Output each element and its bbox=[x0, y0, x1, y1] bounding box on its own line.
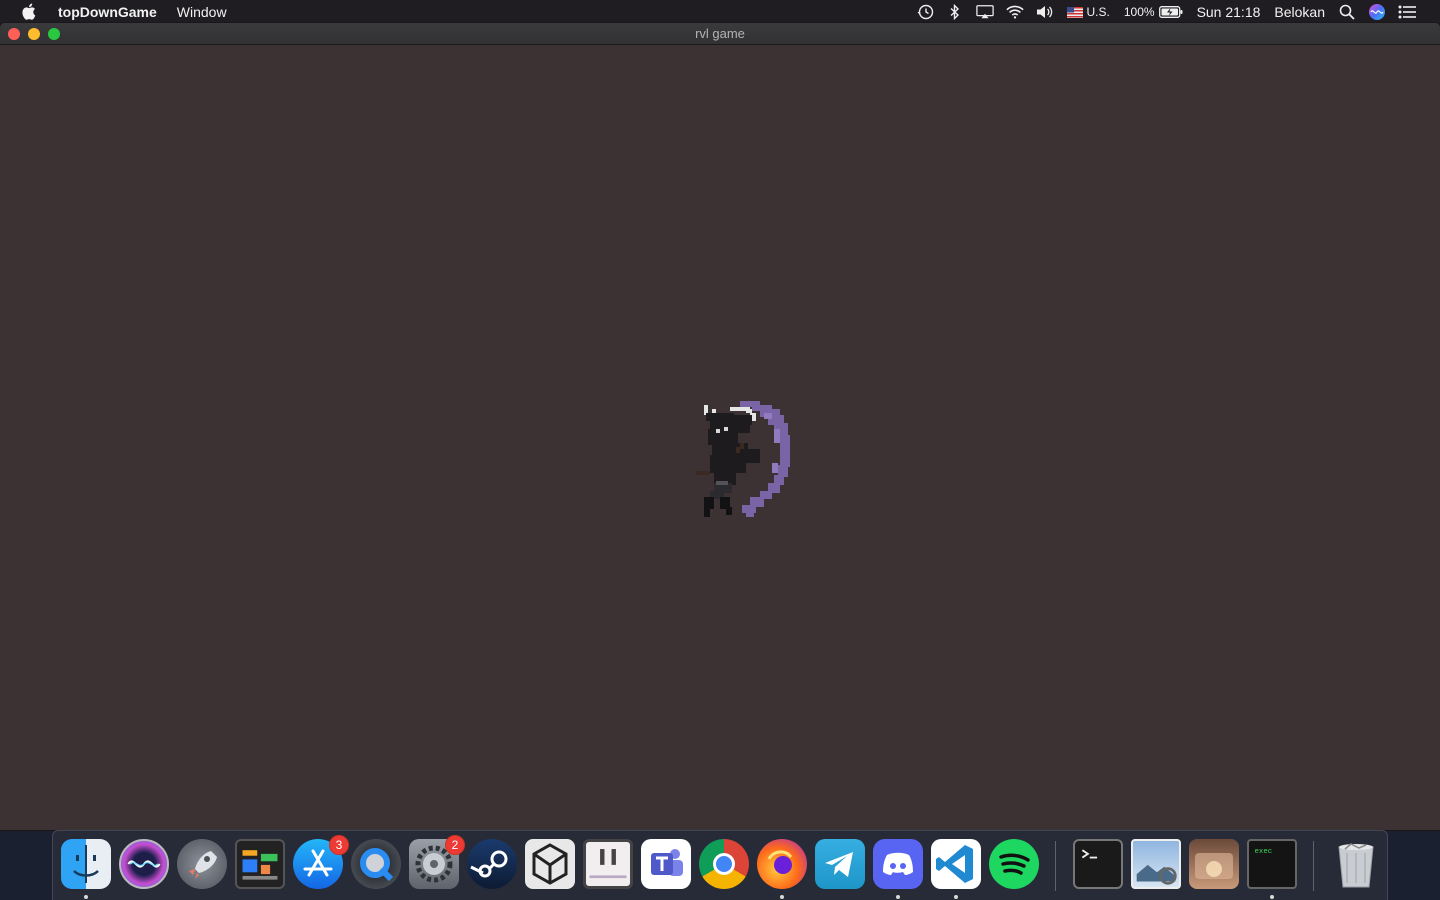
input-source[interactable]: U.S. bbox=[1066, 4, 1110, 19]
character-legs-light bbox=[716, 481, 728, 485]
player-character-sprite bbox=[696, 401, 790, 517]
minimize-button[interactable] bbox=[28, 27, 40, 40]
teams-icon bbox=[651, 849, 683, 876]
dock-steam[interactable] bbox=[467, 839, 517, 889]
dock-spotify[interactable] bbox=[989, 839, 1039, 889]
quicktime-icon bbox=[360, 848, 394, 882]
firefox-icon bbox=[767, 850, 793, 874]
chrome-icon bbox=[713, 853, 735, 875]
dock-discord[interactable] bbox=[873, 839, 923, 889]
cloak-body bbox=[706, 413, 760, 485]
game-canvas[interactable] bbox=[0, 45, 1440, 830]
dock-chrome[interactable] bbox=[699, 839, 749, 889]
zoom-button[interactable] bbox=[48, 27, 60, 40]
dock-system-preferences[interactable]: 2 bbox=[409, 835, 465, 889]
dock-siri[interactable] bbox=[119, 839, 169, 889]
input-source-label: U.S. bbox=[1086, 4, 1110, 19]
dock-unity-hub[interactable] bbox=[525, 839, 575, 889]
dock-trash[interactable] bbox=[1331, 839, 1381, 889]
notification-center-icon[interactable] bbox=[1398, 4, 1416, 20]
dock: 3 2 exec bbox=[52, 830, 1388, 900]
finder-running-indicator bbox=[84, 895, 88, 899]
apple-menu-icon[interactable] bbox=[18, 2, 38, 22]
preview-icon bbox=[1136, 864, 1177, 885]
discord-running-indicator bbox=[896, 895, 900, 899]
character-legs bbox=[710, 483, 732, 499]
dock-telegram[interactable] bbox=[815, 839, 865, 889]
time-machine-icon[interactable] bbox=[916, 4, 934, 20]
dock-vscode[interactable] bbox=[931, 839, 981, 889]
menu-bar: topDownGame Window U.S. 100% Sun 21:18 B… bbox=[0, 0, 1440, 23]
unity-cube-icon bbox=[532, 843, 568, 885]
dock-app-store[interactable]: 3 bbox=[293, 835, 349, 889]
exec-running-indicator bbox=[1270, 895, 1274, 899]
discord-icon bbox=[883, 852, 913, 875]
dock-itch[interactable] bbox=[583, 839, 633, 889]
bluetooth-icon[interactable] bbox=[946, 3, 964, 20]
app-menu[interactable]: topDownGame bbox=[54, 0, 167, 23]
volume-icon[interactable] bbox=[1036, 4, 1054, 20]
dock-folder[interactable] bbox=[1189, 839, 1239, 889]
game-window: rvl game bbox=[0, 23, 1440, 830]
window-title: rvl game bbox=[695, 26, 745, 41]
us-flag-icon bbox=[1066, 6, 1083, 18]
app-store-badge: 3 bbox=[329, 835, 349, 855]
dock-firefox[interactable] bbox=[757, 839, 807, 889]
exec-label: exec bbox=[1255, 848, 1273, 856]
dock-monitor[interactable] bbox=[235, 839, 285, 889]
airplay-icon[interactable] bbox=[975, 4, 994, 20]
trash-icon bbox=[1338, 843, 1374, 888]
close-button[interactable] bbox=[8, 27, 20, 40]
wifi-icon[interactable] bbox=[1005, 4, 1024, 20]
dock-quicktime[interactable] bbox=[351, 839, 401, 889]
window-titlebar[interactable]: rvl game bbox=[0, 23, 1440, 45]
exec-icon: exec bbox=[1255, 848, 1273, 856]
dock-preview[interactable] bbox=[1131, 839, 1181, 889]
finder-icon bbox=[73, 845, 99, 883]
steam-icon bbox=[470, 850, 508, 878]
siri-app-icon bbox=[127, 860, 161, 868]
spotlight-search-icon[interactable] bbox=[1338, 4, 1356, 20]
vscode-icon bbox=[936, 845, 973, 883]
dock-separator-trash bbox=[1313, 841, 1314, 891]
dock-launchpad[interactable] bbox=[177, 839, 227, 889]
window-menu[interactable]: Window bbox=[167, 0, 237, 23]
activity-monitor-icon bbox=[242, 850, 278, 880]
user-menu[interactable]: Belokan bbox=[1274, 4, 1325, 20]
dock-teams[interactable] bbox=[641, 839, 691, 889]
siri-icon[interactable] bbox=[1368, 3, 1386, 20]
character-feet bbox=[704, 497, 732, 517]
firefox-running-indicator bbox=[780, 895, 784, 899]
dock-terminal[interactable] bbox=[1073, 839, 1123, 889]
system-preferences-badge: 2 bbox=[445, 835, 465, 855]
battery-icon bbox=[1158, 5, 1183, 18]
folder-icon bbox=[1195, 853, 1233, 879]
dock-finder[interactable] bbox=[61, 839, 111, 889]
battery-percent: 100% bbox=[1123, 4, 1155, 19]
itch-icon bbox=[589, 849, 627, 879]
terminal-icon bbox=[1081, 849, 1098, 859]
battery-status[interactable]: 100% bbox=[1124, 5, 1183, 19]
rocket-icon bbox=[189, 851, 217, 879]
dock-separator bbox=[1055, 841, 1056, 891]
spotify-icon bbox=[999, 853, 1030, 875]
dock-exec[interactable]: exec bbox=[1247, 839, 1297, 889]
telegram-icon bbox=[825, 852, 853, 877]
vscode-running-indicator bbox=[954, 895, 958, 899]
clock[interactable]: Sun 21:18 bbox=[1197, 4, 1261, 20]
